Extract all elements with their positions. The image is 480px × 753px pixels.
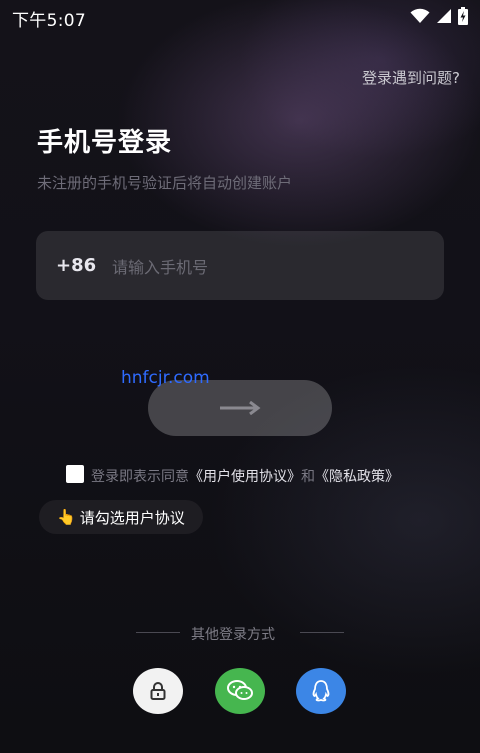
agreement-checkbox[interactable] — [66, 465, 84, 483]
status-icons — [410, 7, 468, 25]
login-help-link[interactable]: 登录遇到问题? — [362, 67, 460, 88]
wechat-icon — [227, 680, 253, 700]
agreement-prefix: 登录即表示同意 — [91, 469, 189, 485]
qq-icon — [312, 680, 330, 702]
password-login-button[interactable] — [133, 668, 183, 714]
qq-login-button[interactable] — [296, 668, 346, 714]
user-agreement-link[interactable]: 《用户使用协议》 — [189, 469, 301, 485]
next-button[interactable] — [148, 380, 332, 436]
privacy-policy-link[interactable]: 《隐私政策》 — [315, 469, 399, 485]
lock-icon — [150, 682, 166, 700]
pointing-hand-icon: 👆 — [57, 508, 76, 526]
country-code-selector[interactable]: +86 — [56, 255, 96, 276]
arrow-right-icon — [220, 401, 261, 415]
page-subtitle: 未注册的手机号验证后将自动创建账户 — [37, 174, 293, 192]
agreement-tooltip: 👆 请勾选用户协议 — [39, 500, 203, 534]
tooltip-text: 请勾选用户协议 — [79, 508, 185, 527]
status-time: 下午5:07 — [12, 11, 86, 31]
agreement-text: 登录即表示同意《用户使用协议》和《隐私政策》 — [91, 466, 399, 486]
page-title: 手机号登录 — [37, 128, 173, 158]
divider-left — [136, 632, 180, 633]
battery-charging-icon — [458, 7, 468, 25]
watermark-text: hnfcjr.com — [121, 368, 210, 388]
wechat-login-button[interactable] — [215, 668, 265, 714]
signal-icon — [437, 9, 451, 23]
divider-right — [300, 632, 344, 633]
phone-number-input[interactable] — [110, 252, 414, 282]
agreement-conjunction: 和 — [301, 469, 315, 485]
other-login-label: 其他登录方式 — [191, 627, 275, 643]
wifi-icon — [410, 8, 430, 23]
